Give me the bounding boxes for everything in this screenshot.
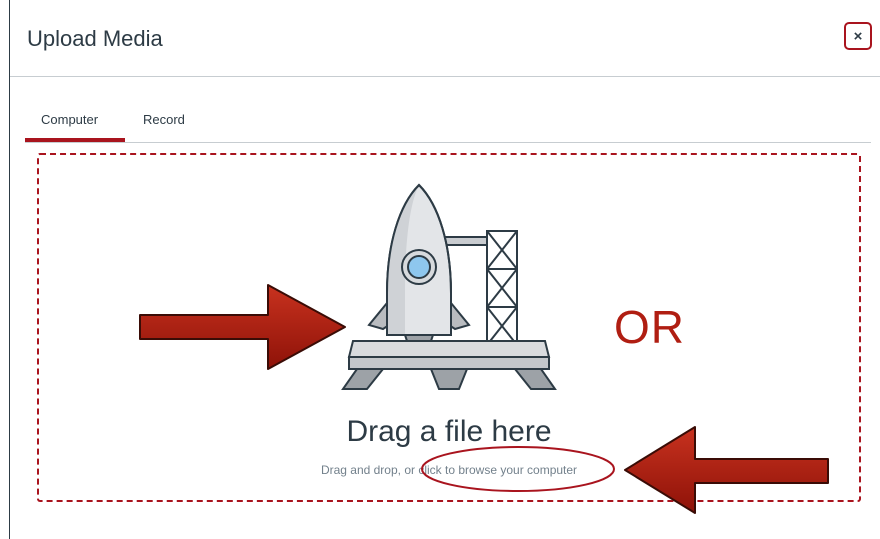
dialog-title: Upload Media — [27, 26, 163, 51]
file-drop-zone[interactable]: Drag a file here Drag and drop, or click… — [37, 153, 861, 502]
drop-zone-subtitle[interactable]: Drag and drop, or click to browse your c… — [39, 463, 859, 477]
rocket-launchpad-icon — [341, 183, 557, 390]
tab-record[interactable]: Record — [143, 112, 185, 127]
upload-media-dialog: Upload Media × Computer Record Drag a fi… — [0, 0, 880, 539]
or-annotation: OR — [614, 301, 685, 353]
tab-list: Computer Record — [25, 100, 871, 143]
drop-zone-title: Drag a file here — [346, 415, 552, 448]
dialog-header: Upload Media × — [10, 0, 880, 77]
close-button[interactable]: × — [844, 22, 872, 50]
window-edge — [9, 0, 10, 539]
close-icon: × — [853, 27, 863, 45]
active-tab-indicator — [25, 138, 125, 142]
tab-computer[interactable]: Computer — [41, 112, 98, 127]
